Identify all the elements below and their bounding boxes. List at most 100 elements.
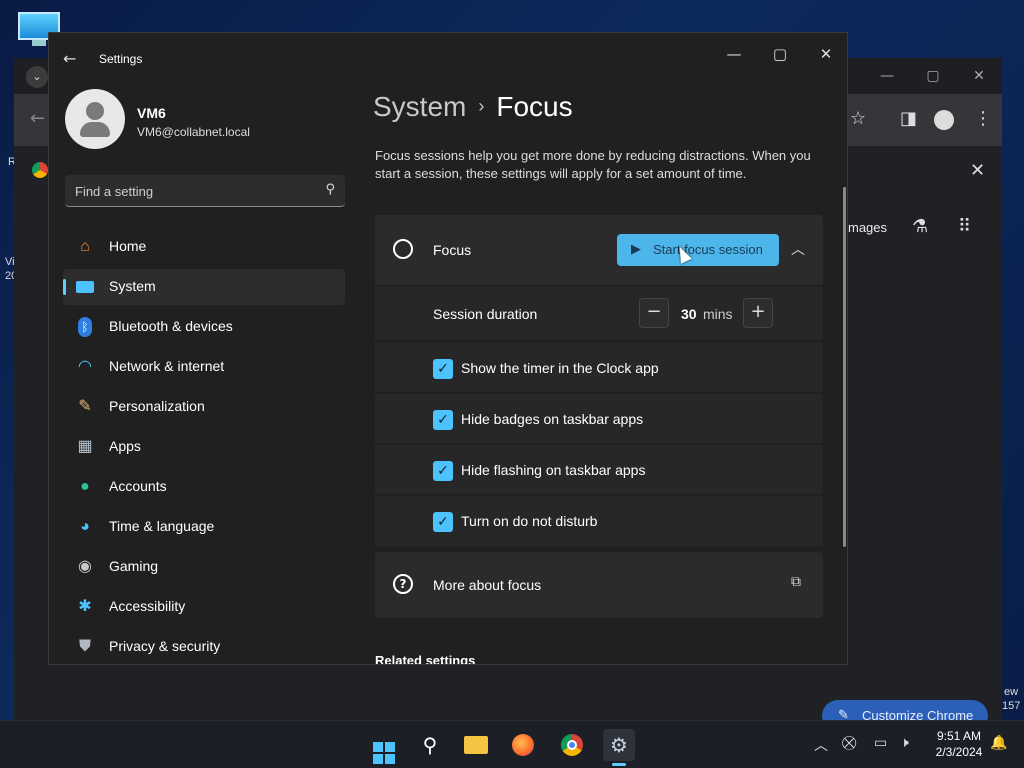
chrome-maximize-icon[interactable]: ▢ — [910, 68, 956, 84]
session-duration-row: Session duration − 30 mins + — [375, 287, 823, 341]
checkbox-hide-badges[interactable]: ✓ — [433, 410, 453, 430]
session-duration-label: Session duration — [433, 306, 538, 322]
option-label: Hide flashing on taskbar apps — [461, 462, 646, 478]
breadcrumb-separator: › — [478, 96, 485, 116]
desktop-text: 157 — [1002, 700, 1021, 712]
settings-gear-icon[interactable]: ⚙ — [603, 729, 635, 761]
network-off-icon[interactable]: ⛒ — [842, 735, 856, 751]
sidebar-item-label: Time & language — [109, 518, 215, 534]
file-explorer-icon[interactable] — [460, 729, 492, 761]
labs-flask-icon[interactable]: ⚗ — [912, 216, 928, 237]
sidebar-item-system[interactable]: System — [63, 269, 345, 305]
chrome-icon[interactable] — [556, 729, 588, 761]
shield-icon: ⛊ — [78, 638, 91, 655]
sidebar-item-time-language[interactable]: ◕ Time & language — [63, 509, 345, 545]
chrome-minimize-icon[interactable]: — — [864, 68, 910, 84]
more-about-focus-card[interactable]: ? More about focus ⧉ — [375, 552, 823, 618]
search-input[interactable] — [75, 181, 315, 201]
start-windows-icon[interactable] — [368, 729, 400, 764]
sidebar-item-network[interactable]: ◠ Network & internet — [63, 349, 345, 385]
home-icon: ⌂ — [80, 238, 90, 255]
page-description: Focus sessions help you get more done by… — [375, 148, 811, 181]
option-label: Hide badges on taskbar apps — [461, 411, 644, 427]
bluetooth-icon: ᛒ — [75, 317, 95, 337]
increase-duration-button[interactable]: + — [743, 298, 773, 328]
sidebar-item-gaming[interactable]: ◉ Gaming — [63, 549, 345, 585]
sidebar-item-accessibility[interactable]: ✱ Accessibility — [63, 589, 345, 625]
bookmark-star-icon[interactable]: ☆ — [850, 108, 866, 129]
clock-time[interactable]: 9:51 AM — [932, 729, 986, 743]
option-label: Show the timer in the Clock app — [461, 360, 659, 376]
brush-icon: ✎ — [78, 398, 92, 415]
apps-grid-icon[interactable]: ⠿ — [958, 216, 971, 237]
profile-icon[interactable] — [934, 110, 954, 130]
play-icon: ▶ — [631, 241, 641, 256]
duration-unit: mins — [703, 306, 733, 322]
maximize-icon[interactable]: ▢ — [757, 39, 803, 69]
sidebar-item-label: Personalization — [109, 398, 205, 414]
checkbox-do-not-disturb[interactable]: ✓ — [433, 512, 453, 532]
breadcrumb-system[interactable]: System — [373, 91, 466, 122]
wifi-icon: ◠ — [78, 358, 92, 375]
option-row-badges: ✓ Hide badges on taskbar apps — [375, 394, 823, 444]
app-title: Settings — [99, 52, 143, 66]
close-icon[interactable]: ✕ — [970, 160, 985, 181]
clock-date[interactable]: 2/3/2024 — [928, 745, 990, 759]
start-focus-session-button[interactable]: ▶ Start focus session — [617, 234, 779, 266]
back-arrow-icon[interactable]: ← — [63, 49, 76, 68]
breadcrumb: System › Focus — [373, 91, 573, 123]
close-icon[interactable]: ✕ — [803, 39, 847, 69]
option-row-timer: ✓ Show the timer in the Clock app — [375, 343, 823, 393]
menu-dots-icon[interactable]: ⋮ — [974, 108, 992, 129]
volume-muted-icon[interactable]: 🕨 — [900, 735, 909, 751]
sidebar-item-bluetooth[interactable]: ᛒ Bluetooth & devices — [63, 309, 345, 345]
help-icon: ? — [393, 574, 413, 594]
decrease-duration-button[interactable]: − — [639, 298, 669, 328]
sidebar-item-accounts[interactable]: ● Accounts — [63, 469, 345, 505]
system-icon — [75, 277, 95, 297]
sidebar-item-apps[interactable]: ▦ Apps — [63, 429, 345, 465]
sidebar-item-label: Bluetooth & devices — [109, 318, 233, 334]
option-row-flashing: ✓ Hide flashing on taskbar apps — [375, 445, 823, 495]
chrome-favicon-icon — [32, 162, 48, 178]
checkbox-hide-flashing[interactable]: ✓ — [433, 461, 453, 481]
sidebar-item-label: System — [109, 278, 156, 294]
side-panel-icon[interactable]: ◨ — [900, 108, 917, 129]
firefox-icon[interactable] — [507, 729, 539, 761]
search-icon[interactable]: ⚲ — [414, 729, 446, 761]
page-title: Focus — [496, 91, 573, 122]
search-box: ⚲ — [65, 175, 345, 207]
back-icon[interactable]: ← — [30, 108, 45, 129]
active-app-indicator — [612, 763, 626, 766]
gamepad-icon: ◉ — [78, 558, 92, 575]
sidebar-item-label: Home — [109, 238, 147, 254]
search-icon[interactable]: ⚲ — [325, 182, 335, 197]
sidebar-item-label: Accessibility — [109, 598, 186, 614]
checkbox-show-timer[interactable]: ✓ — [433, 359, 453, 379]
avatar[interactable] — [65, 89, 125, 149]
external-link-icon[interactable]: ⧉ — [791, 574, 801, 590]
scrollbar[interactable] — [843, 187, 846, 547]
sidebar-item-label: Privacy & security — [109, 638, 221, 654]
sidebar-item-home[interactable]: ⌂ Home — [63, 229, 345, 265]
notification-bell-icon[interactable]: 🔔 — [990, 735, 1007, 751]
images-link[interactable]: mages — [848, 220, 887, 235]
option-label: Turn on do not disturb — [461, 513, 598, 529]
chevron-up-icon[interactable]: ︿ — [791, 239, 805, 259]
focus-card[interactable]: Focus ▶ Start focus session ︿ — [375, 215, 823, 285]
account-icon: ● — [80, 478, 90, 495]
chrome-close-icon[interactable]: ✕ — [956, 68, 1002, 84]
globe-icon: ◕ — [80, 518, 90, 535]
duration-value: 30 — [681, 306, 697, 322]
show-hidden-icons-chevron-icon[interactable]: ︿ — [814, 735, 828, 755]
minimize-icon[interactable]: — — [711, 39, 757, 69]
tab-search-icon[interactable]: ⌄ — [26, 66, 48, 88]
sidebar-item-privacy[interactable]: ⛊ Privacy & security — [63, 629, 345, 664]
display-icon[interactable]: ▭ — [874, 735, 887, 751]
option-row-dnd: ✓ Turn on do not disturb — [375, 496, 823, 546]
settings-window: — ▢ ✕ ← Settings VM6 VM6@collabnet.local… — [48, 32, 848, 665]
taskbar: ⚲ ⚙ ︿ ⛒ ▭ 🕨 9:51 AM 2/3/2024 🔔 — [0, 720, 1024, 768]
sidebar-item-personalization[interactable]: ✎ Personalization — [63, 389, 345, 425]
related-settings-heading: Related settings — [375, 653, 476, 665]
more-about-focus-link: More about focus — [433, 577, 542, 593]
